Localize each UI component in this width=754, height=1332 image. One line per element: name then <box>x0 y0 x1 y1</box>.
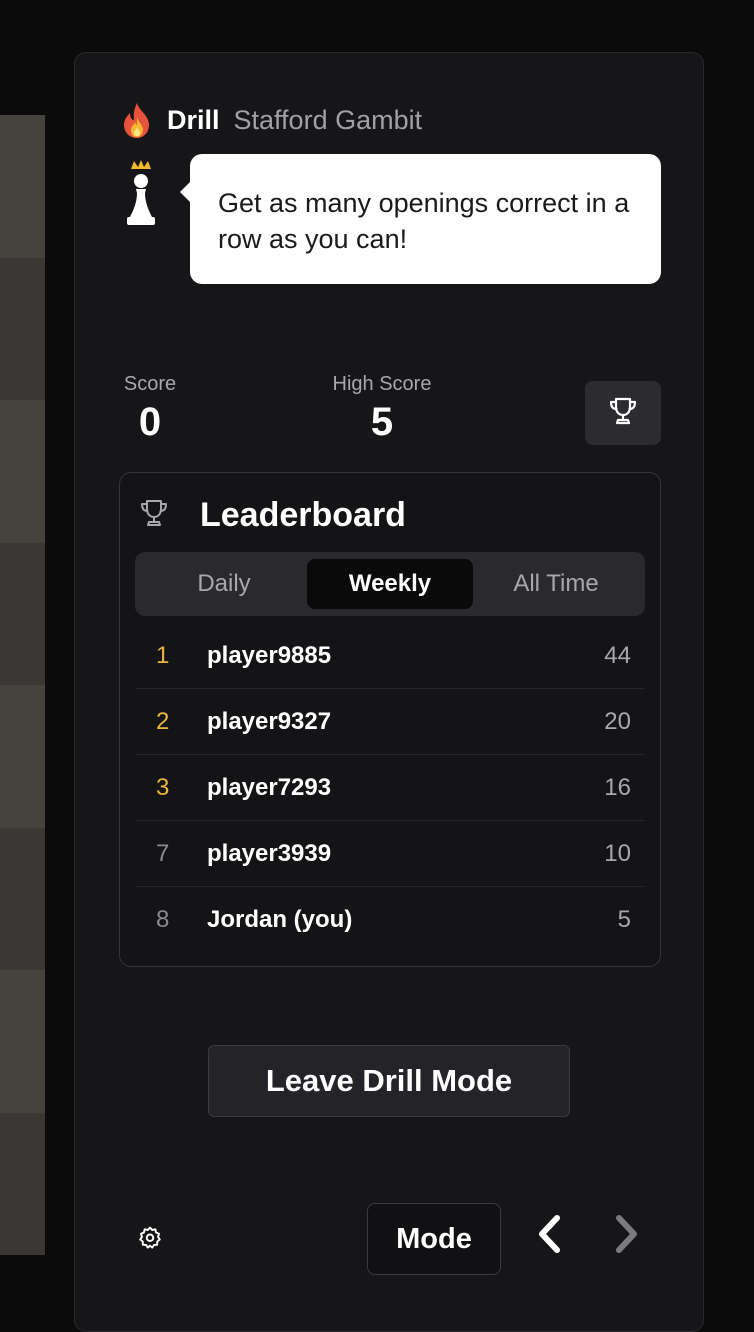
leaderboard-rows: 1 player9885 44 2 player9327 20 3 player… <box>135 623 645 953</box>
mode-button[interactable]: Mode <box>367 1203 501 1275</box>
score-stat: Score 0 <box>115 373 185 445</box>
settings-button[interactable] <box>133 1223 167 1257</box>
row-rank: 2 <box>156 707 170 735</box>
row-rank: 3 <box>156 773 170 801</box>
tab-weekly[interactable]: Weekly <box>307 559 473 609</box>
tab-daily[interactable]: Daily <box>141 559 307 609</box>
row-score: 16 <box>604 773 631 801</box>
board-square[interactable] <box>0 115 45 258</box>
row-player-name: Jordan (you) <box>207 906 353 933</box>
fire-icon <box>119 101 155 139</box>
trophy-icon <box>136 497 172 534</box>
board-square[interactable] <box>0 400 45 543</box>
board-square[interactable] <box>0 1112 45 1255</box>
drill-header: Drill Stafford Gambit <box>119 101 422 139</box>
board-square[interactable] <box>0 257 45 400</box>
row-score: 5 <box>617 906 631 933</box>
row-player-name: player9327 <box>207 707 332 735</box>
leaderboard-row: 7 player3939 10 <box>135 821 645 887</box>
score-label: Score <box>123 373 177 395</box>
coach-message: Get as many openings correct in a row as… <box>218 188 630 254</box>
high-score-label: High Score <box>332 373 432 395</box>
leave-drill-mode-button[interactable]: Leave Drill Mode <box>208 1045 570 1117</box>
board-square[interactable] <box>0 827 45 970</box>
chevron-right-icon <box>612 1212 642 1261</box>
chessboard-edge <box>0 115 45 1255</box>
next-button[interactable] <box>607 1213 647 1259</box>
row-rank: 8 <box>156 906 170 933</box>
previous-button[interactable] <box>529 1213 569 1259</box>
tab-all-time[interactable]: All Time <box>473 559 639 609</box>
leaderboard-row: 3 player7293 16 <box>135 755 645 821</box>
leaderboard-title: Leaderboard <box>200 495 406 534</box>
opening-name: Stafford Gambit <box>233 104 423 135</box>
board-square[interactable] <box>0 542 45 685</box>
board-square[interactable] <box>0 970 45 1113</box>
high-score-stat: High Score 5 <box>321 373 443 445</box>
row-score: 10 <box>604 839 631 867</box>
leaderboard-toggle-button[interactable] <box>585 381 661 445</box>
row-player-name: player3939 <box>207 839 332 867</box>
drill-panel: Drill Stafford Gambit Get as many openin… <box>74 52 704 1332</box>
row-rank: 1 <box>156 641 170 669</box>
row-player-name: player7293 <box>207 773 332 801</box>
leaderboard-card: Leaderboard Daily Weekly All Time 1 play… <box>119 472 661 967</box>
leaderboard-header: Leaderboard <box>136 493 406 537</box>
row-rank: 7 <box>156 839 170 867</box>
row-score: 44 <box>604 641 631 669</box>
row-score: 20 <box>604 707 631 735</box>
coach-speech-bubble: Get as many openings correct in a row as… <box>180 154 661 284</box>
leaderboard-row: 2 player9327 20 <box>135 689 645 755</box>
board-square[interactable] <box>0 685 45 828</box>
gear-icon <box>137 1225 163 1256</box>
leaderboard-row-current-user: 8 Jordan (you) 5 <box>135 887 645 953</box>
row-player-name: player9885 <box>207 641 332 669</box>
crowned-pawn-icon <box>121 159 161 231</box>
leaderboard-row: 1 player9885 44 <box>135 623 645 689</box>
drill-mode-label: Drill <box>167 104 220 135</box>
trophy-icon <box>607 395 639 432</box>
leaderboard-period-tabs: Daily Weekly All Time <box>135 552 645 616</box>
score-value: 0 <box>138 400 162 444</box>
chevron-left-icon <box>534 1212 564 1261</box>
high-score-value: 5 <box>370 400 394 444</box>
